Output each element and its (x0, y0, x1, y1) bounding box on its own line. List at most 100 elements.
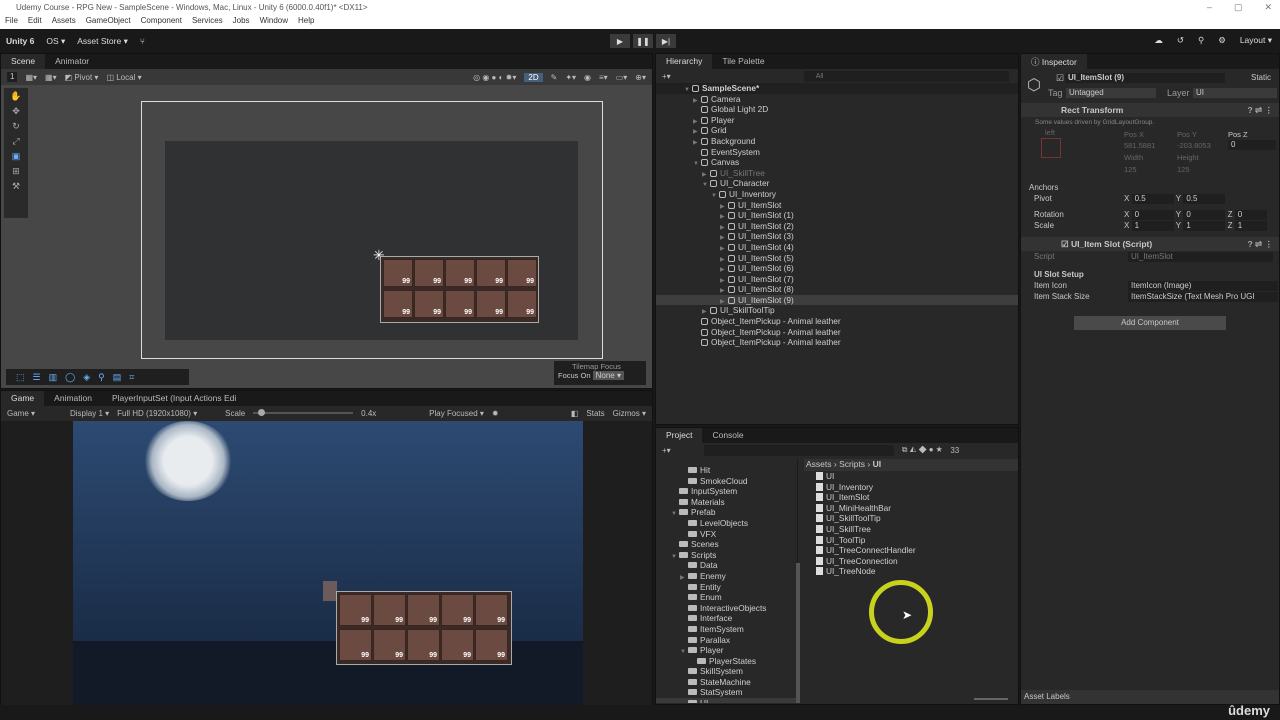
script-file[interactable]: UI_SkillTree (816, 524, 916, 535)
hierarchy-item[interactable]: ▼ UI_Inventory (656, 189, 1018, 200)
rot-z-field[interactable]: 0 (1234, 209, 1267, 220)
folder-item[interactable]: LevelObjects (656, 518, 797, 529)
hierarchy-item[interactable]: Object_ItemPickup - Animal leather (656, 337, 1018, 348)
rotate-icon[interactable]: ◯ (65, 372, 75, 383)
folder-item[interactable]: ItemSystem (656, 624, 797, 635)
tab-tile-palette[interactable]: Tile Palette (712, 54, 774, 69)
folder-item[interactable]: Interface (656, 613, 797, 624)
bug-icon[interactable]: ✹ (492, 409, 499, 418)
folder-item[interactable]: VFX (656, 529, 797, 540)
folder-item[interactable]: StateMachine (656, 677, 797, 688)
add-component-button[interactable]: Add Component (1074, 316, 1226, 330)
script-file[interactable]: UI_TreeNode (816, 566, 916, 577)
tab-animation[interactable]: Animation (44, 391, 102, 406)
mute-icon[interactable]: ◧ (571, 409, 579, 418)
erase-icon[interactable]: ⌗ (129, 372, 134, 383)
pivot-y-field[interactable]: 0.5 (1183, 193, 1226, 204)
view-tool-icon[interactable]: ✋ (10, 91, 21, 102)
play-button[interactable]: ▶ (610, 34, 630, 48)
stats-button[interactable]: Stats (586, 409, 604, 418)
visibility-icon[interactable]: ◉ (584, 73, 591, 82)
hierarchy-item[interactable]: ▶ UI_SkillToolTip (656, 305, 1018, 316)
menu-jobs[interactable]: Jobs (233, 16, 250, 28)
breadcrumb-scripts[interactable]: Scripts (839, 459, 865, 469)
breadcrumb-assets[interactable]: Assets (806, 459, 832, 469)
resolution-dropdown[interactable]: Full HD (1920x1080) ▾ (117, 409, 217, 418)
audio-icon[interactable]: ✎ (551, 73, 558, 82)
camera-icon[interactable]: ▭▾ (616, 73, 628, 82)
script-file[interactable]: UI_MiniHealthBar (816, 503, 916, 514)
game-mode-dropdown[interactable]: Game ▾ (7, 409, 62, 418)
version-control-icon[interactable]: ⑂ (140, 36, 145, 46)
rot-y-field[interactable]: 0 (1183, 209, 1226, 220)
hierarchy-item[interactable]: ▶ UI_ItemSlot (8) (656, 284, 1018, 295)
folder-item[interactable]: Data (656, 560, 797, 571)
folder-item[interactable]: Materials (656, 497, 797, 508)
tab-hierarchy[interactable]: Hierarchy (656, 54, 713, 69)
close-icon[interactable]: ✕ (1264, 2, 1272, 13)
add-icon[interactable]: +▾ (662, 446, 671, 455)
script-file[interactable]: UI_ToolTip (816, 535, 916, 546)
hierarchy-item[interactable]: ▶ Camera (656, 94, 1018, 105)
script-file[interactable]: UI (816, 471, 916, 482)
local-dropdown[interactable]: ◫ Local ▾ (106, 73, 141, 82)
hierarchy-item[interactable]: ▶ Background (656, 136, 1018, 147)
folder-item[interactable]: Enum (656, 592, 797, 603)
brush-icon[interactable]: ▥ (49, 372, 58, 383)
play-focused-dropdown[interactable]: Play Focused ▾ (429, 409, 484, 418)
anchors-foldout[interactable]: Anchors (1021, 182, 1279, 193)
hierarchy-item[interactable]: ▶ UI_ItemSlot (656, 200, 1018, 211)
fill-icon[interactable]: ◈ (83, 372, 90, 383)
move-tool-icon[interactable]: ✥ (12, 106, 20, 117)
folder-item[interactable]: SkillSystem (656, 666, 797, 677)
hierarchy-item[interactable]: Object_ItemPickup - Animal leather (656, 327, 1018, 338)
breadcrumb-ui[interactable]: UI (873, 459, 882, 469)
folder-item[interactable]: StatSystem (656, 687, 797, 698)
snap-icon[interactable]: ▦▾ (45, 73, 57, 82)
grid-icon[interactable]: ▦▾ (25, 73, 37, 82)
gizmos-dropdown[interactable]: Gizmos ▾ (613, 409, 646, 418)
hierarchy-item[interactable]: Global Light 2D (656, 104, 1018, 115)
scale-x-field[interactable]: 1 (1131, 220, 1174, 231)
inventory-grid-scene[interactable]: 99 99 99 99 99 99 99 99 99 99 (380, 256, 539, 323)
folder-item[interactable]: SmokeCloud (656, 476, 797, 487)
hierarchy-item[interactable]: ▶ Player (656, 115, 1018, 126)
cloud-icon[interactable]: ☁ (1154, 35, 1163, 46)
hierarchy-item[interactable]: Object_ItemPickup - Animal leather (656, 316, 1018, 327)
focus-dropdown[interactable]: None ▾ (592, 371, 624, 380)
rotate-tool-icon[interactable]: ↻ (12, 121, 20, 132)
hierarchy-item[interactable]: ▶ UI_ItemSlot (5) (656, 253, 1018, 264)
layers-icon[interactable]: ≡▾ (599, 73, 608, 82)
menu-services[interactable]: Services (192, 16, 223, 28)
folder-item[interactable]: ▶ Enemy (656, 571, 797, 582)
scene-view[interactable]: ✋ ✥ ↻ ⤢ ▣ ⊞ ⚒ ✳ 99 99 99 99 99 99 99 99 99 99 ⬚ ☰ ▥ ◯ ◈ ⚲ ▤ ⌗ … (1, 85, 652, 388)
game-view[interactable]: 99 99 99 99 99 99 99 99 99 99 (73, 421, 583, 705)
script-file[interactable]: UI_TreeConnectHandler (816, 545, 916, 556)
folder-item[interactable]: ▼ Prefab (656, 507, 797, 518)
folder-item[interactable]: UI (656, 698, 797, 703)
stamp-icon[interactable]: ▤ (113, 372, 122, 383)
hierarchy-item[interactable]: ▶ Grid (656, 125, 1018, 136)
anchor-preset-button[interactable] (1041, 138, 1061, 158)
folder-item[interactable]: PlayerStates (656, 656, 797, 667)
rect-transform-header[interactable]: Rect Transform ? ⇌ ⋮ (1021, 103, 1279, 117)
scale-slider[interactable] (253, 409, 354, 416)
menu-assets[interactable]: Assets (52, 16, 76, 28)
os-dropdown[interactable]: OS ▾ (46, 36, 65, 47)
transform-tool-icon[interactable]: ⊞ (12, 166, 20, 177)
hierarchy-search-input[interactable] (803, 70, 1009, 82)
hierarchy-item[interactable]: ▼ UI_Character (656, 178, 1018, 189)
settings-icon[interactable]: ⚙ (1218, 35, 1226, 46)
add-icon[interactable]: +▾ (662, 72, 671, 81)
stack-size-field[interactable]: ItemStackSize (Text Mesh Pro UGI (1128, 291, 1278, 302)
window-controls[interactable]: – ▢ ✕ (1207, 2, 1272, 13)
active-checkbox[interactable]: ☑ (1056, 73, 1064, 84)
icon-size-slider[interactable] (974, 698, 1008, 700)
move-icon[interactable]: ☰ (33, 372, 41, 383)
object-name-field[interactable]: UI_ItemSlot (9) (1065, 73, 1225, 83)
tab-inspector[interactable]: ⓘ Inspector (1021, 54, 1087, 69)
tab-input-actions[interactable]: PlayerInputSet (Input Actions Edi (102, 391, 246, 406)
hierarchy-item[interactable]: ▶ UI_ItemSlot (9) (656, 294, 1018, 306)
hierarchy-item[interactable]: ▶ UI_ItemSlot (6) (656, 263, 1018, 274)
folder-item[interactable]: Scenes (656, 539, 797, 550)
